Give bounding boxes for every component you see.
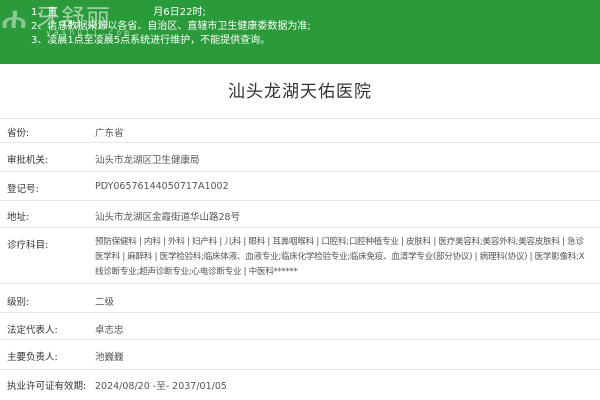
- registration-number-label: 登记号:: [7, 184, 39, 195]
- legal-representative-value: 卓志忠: [95, 325, 124, 336]
- level-label: 级别:: [7, 297, 30, 308]
- info-row-registration-number: 登记号: PDY06576144050717A1002: [0, 172, 600, 201]
- tooth-logo-icon: ሐ: [2, 1, 26, 36]
- address-value: 汕头市龙湖区金霞街道华山路28号: [95, 212, 241, 223]
- province-label: 省份:: [7, 128, 30, 139]
- info-row-departments: 诊疗科目: 预防保健科 | 内科 | 外科 | 妇产科 | 儿科 | 眼科 | …: [0, 228, 600, 284]
- info-row-approval-authority: 审批机关: 汕头市龙湖区卫生健康局: [0, 143, 600, 172]
- hospital-name: 汕头龙湖天佑医院: [228, 82, 372, 102]
- page: 1、直 月6日22时; 2、信息数据来源以各省、自治区、直辖市卫生健康委数据为准;…: [0, 0, 600, 400]
- info-row-legal-representative: 法定代表人: 卓志忠: [0, 313, 600, 340]
- license-validity-label: 执业许可证有效期:: [7, 381, 87, 392]
- notice-line-1-suffix: 月6日22时;: [153, 7, 206, 18]
- info-row-province: 省份: 广东省: [0, 119, 600, 143]
- approval-authority-label: 审批机关:: [7, 155, 49, 166]
- notice-banner: 1、直 月6日22时; 2、信息数据来源以各省、自治区、直辖市卫生健康委数据为准;…: [0, 0, 600, 64]
- info-row-principal: 主要负责人: 池巍巍: [0, 340, 600, 370]
- approval-authority-value: 汕头市龙湖区卫生健康局: [95, 155, 200, 166]
- registration-number-value: PDY06576144050717A1002: [95, 181, 229, 192]
- watermark-logo: ሐ 牙舒丽 yashuli.com: [2, 1, 152, 38]
- address-label: 地址:: [7, 212, 30, 223]
- legal-representative-label: 法定代表人:: [7, 325, 58, 336]
- license-validity-value: 2024/08/20 -至- 2037/01/05: [95, 381, 227, 392]
- departments-label: 诊疗科目:: [7, 240, 49, 251]
- province-value: 广东省: [95, 128, 124, 139]
- level-value: 二级: [95, 297, 115, 308]
- watermark-url: yashuli.com: [46, 28, 132, 37]
- info-row-level: 级别: 二级: [0, 284, 600, 313]
- departments-value: 预防保健科 | 内科 | 外科 | 妇产科 | 儿科 | 眼科 | 耳鼻咽喉科 …: [95, 237, 585, 277]
- info-row-license-validity: 执业许可证有效期: 2024/08/20 -至- 2037/01/05: [0, 370, 600, 400]
- info-row-address: 地址: 汕头市龙湖区金霞街道华山路28号: [0, 201, 600, 228]
- principal-label: 主要负责人:: [7, 352, 58, 363]
- principal-value: 池巍巍: [95, 352, 124, 363]
